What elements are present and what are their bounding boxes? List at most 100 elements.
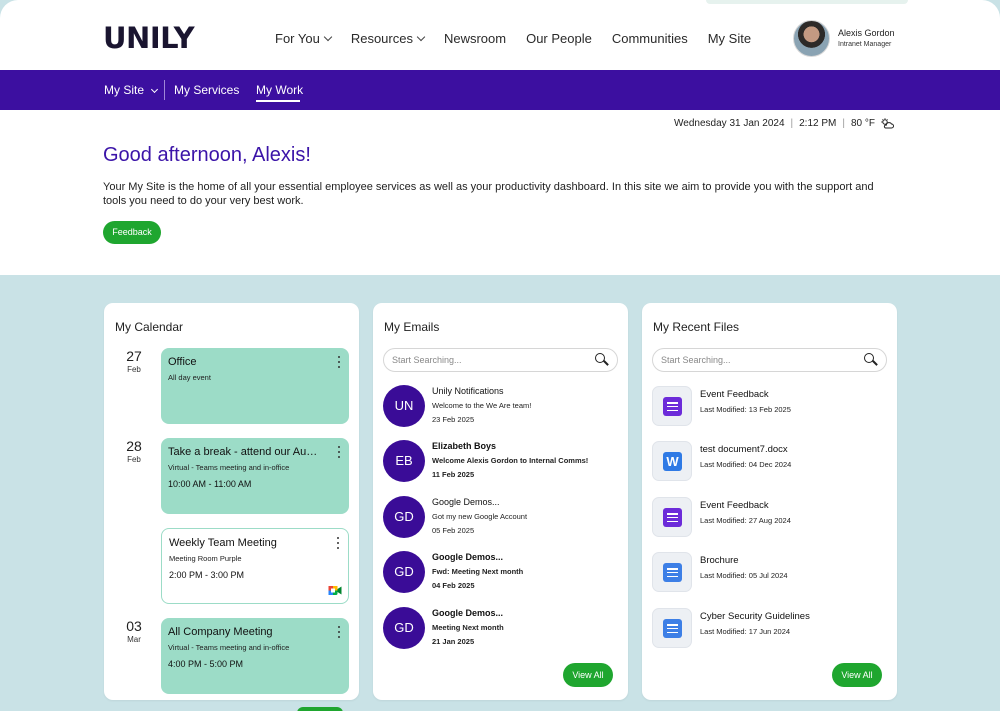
nav-my-site[interactable]: My Site xyxy=(708,30,751,48)
file-icon-container xyxy=(652,497,692,537)
page-title: Good afternoon, Alexis! xyxy=(103,144,311,166)
email-subject: Welcome to the We Are team! xyxy=(432,401,532,410)
separator: | xyxy=(790,118,794,129)
nav-newsroom[interactable]: Newsroom xyxy=(444,30,506,48)
email-sender: Google Demos... xyxy=(432,608,504,618)
intro-section: Wednesday 31 Jan 2024 | 2:12 PM | 80 °F … xyxy=(0,110,1000,275)
email-search-input[interactable]: Start Searching... xyxy=(383,348,618,372)
file-item[interactable]: Event Feedback Last Modified: 27 Aug 202… xyxy=(652,497,887,539)
user-name: Alexis Gordon xyxy=(838,28,895,38)
files-title: My Recent Files xyxy=(653,320,740,334)
calendar-event[interactable]: Weekly Team Meeting Meeting Room Purple … xyxy=(161,528,349,604)
calendar-date: 03 Mar xyxy=(120,618,148,645)
subnav-divider xyxy=(164,80,165,100)
emails-title: My Emails xyxy=(384,320,440,334)
sub-navigation: My Site My Services My Work xyxy=(0,70,1000,110)
forms-icon xyxy=(663,397,682,416)
file-item[interactable]: Cyber Security Guidelines Last Modified:… xyxy=(652,608,887,650)
calendar-event[interactable]: All Company Meeting Virtual - Teams meet… xyxy=(161,618,349,694)
file-name: Event Feedback xyxy=(700,500,769,511)
event-subtitle: Meeting Room Purple xyxy=(169,554,242,563)
chevron-down-icon xyxy=(416,32,426,42)
email-date: 04 Feb 2025 xyxy=(432,581,475,590)
event-title: Office xyxy=(168,356,197,368)
nav-label: For You xyxy=(275,31,320,46)
docs-icon xyxy=(663,563,682,582)
subnav-my-services[interactable]: My Services xyxy=(174,82,239,98)
search-icon[interactable] xyxy=(864,353,878,367)
email-sender: Google Demos... xyxy=(432,552,504,562)
unily-logo[interactable]: UNILY xyxy=(103,24,195,53)
email-subject: Got my new Google Account xyxy=(432,512,528,521)
subnav-my-work[interactable]: My Work xyxy=(256,82,303,98)
more-options-icon[interactable] xyxy=(337,446,341,458)
temperature: 80 °F xyxy=(850,118,875,129)
nav-communities[interactable]: Communities xyxy=(612,30,688,48)
search-placeholder: Start Searching... xyxy=(661,355,731,365)
event-title: Weekly Team Meeting xyxy=(169,537,277,549)
current-time: 2:12 PM xyxy=(799,118,837,129)
event-subtitle: Virtual - Teams meeting and in-office xyxy=(168,463,290,472)
date-day: 03 xyxy=(126,618,142,634)
file-icon-container: W xyxy=(652,441,692,481)
date-month: Feb xyxy=(127,365,141,374)
email-sender: Elizabeth Boys xyxy=(432,441,497,451)
calendar-event[interactable]: Take a break - attend our August Meetup … xyxy=(161,438,349,514)
email-subject: Fwd: Meeting Next month xyxy=(432,567,524,576)
file-name: Event Feedback xyxy=(700,389,769,400)
nav-for-you[interactable]: For You xyxy=(275,30,333,48)
file-icon-container xyxy=(652,386,692,426)
user-profile[interactable]: Alexis Gordon Intranet Manager xyxy=(793,20,895,57)
subnav-my-site[interactable]: My Site xyxy=(104,82,159,98)
word-icon: W xyxy=(663,452,682,471)
event-subtitle: Virtual - Teams meeting and in-office xyxy=(168,643,290,652)
nav-our-people[interactable]: Our People xyxy=(526,30,592,48)
email-date: 23 Feb 2025 xyxy=(432,415,475,424)
nav-label: Resources xyxy=(350,31,413,46)
calendar-view-all-button[interactable] xyxy=(297,707,343,711)
date-month: Mar xyxy=(127,635,141,644)
file-item[interactable]: Event Feedback Last Modified: 13 Feb 202… xyxy=(652,386,887,428)
date-day: 27 xyxy=(126,348,142,364)
email-date: 21 Jan 2025 xyxy=(432,637,475,646)
file-item[interactable]: W test document7.docx Last Modified: 04 … xyxy=(652,441,887,483)
email-item[interactable]: GD Google Demos... Got my new Google Acc… xyxy=(383,496,618,542)
top-header: UNILY For You Resources Newsroom Our Peo… xyxy=(0,0,1000,70)
email-date: 05 Feb 2025 xyxy=(432,526,475,535)
email-item[interactable]: GD Google Demos... Fwd: Meeting Next mon… xyxy=(383,551,618,597)
event-time: 10:00 AM - 11:00 AM xyxy=(168,479,252,489)
email-sender: Unily Notifications xyxy=(432,386,504,396)
file-search-input[interactable]: Start Searching... xyxy=(652,348,887,372)
emails-view-all-button[interactable]: View All xyxy=(563,663,613,687)
calendar-event[interactable]: Office All day event xyxy=(161,348,349,424)
google-meet-icon xyxy=(328,586,342,595)
event-title: All Company Meeting xyxy=(168,626,273,638)
nav-resources[interactable]: Resources xyxy=(350,30,426,48)
file-item[interactable]: Brochure Last Modified: 05 Jul 2024 xyxy=(652,552,887,594)
sender-avatar: GD xyxy=(383,496,425,538)
sender-avatar: GD xyxy=(383,551,425,593)
file-modified: Last Modified: 04 Dec 2024 xyxy=(700,460,792,469)
file-icon-container xyxy=(652,608,692,648)
more-options-icon[interactable] xyxy=(337,356,341,368)
email-item[interactable]: EB Elizabeth Boys Welcome Alexis Gordon … xyxy=(383,440,618,486)
email-item[interactable]: UN Unily Notifications Welcome to the We… xyxy=(383,385,618,431)
calendar-date: 27 Feb xyxy=(120,348,148,375)
email-subject: Meeting Next month xyxy=(432,623,504,632)
event-subtitle: All day event xyxy=(168,373,211,382)
email-item[interactable]: GD Google Demos... Meeting Next month 21… xyxy=(383,607,618,653)
separator: | xyxy=(842,118,845,129)
files-view-all-button[interactable]: View All xyxy=(832,663,882,687)
email-subject: Welcome Alexis Gordon to Internal Comms! xyxy=(432,456,589,465)
more-options-icon[interactable] xyxy=(336,537,340,549)
more-options-icon[interactable] xyxy=(337,626,341,638)
partly-cloudy-icon xyxy=(881,118,894,129)
search-icon[interactable] xyxy=(595,353,609,367)
avatar[interactable] xyxy=(793,20,830,57)
user-role: Intranet Manager xyxy=(838,41,892,48)
file-name: Brochure xyxy=(700,555,739,566)
emails-card: My Emails Start Searching... UN Unily No… xyxy=(373,303,628,700)
date-month: Feb xyxy=(127,455,141,464)
feedback-button[interactable]: Feedback xyxy=(103,221,161,244)
file-modified: Last Modified: 05 Jul 2024 xyxy=(700,571,788,580)
